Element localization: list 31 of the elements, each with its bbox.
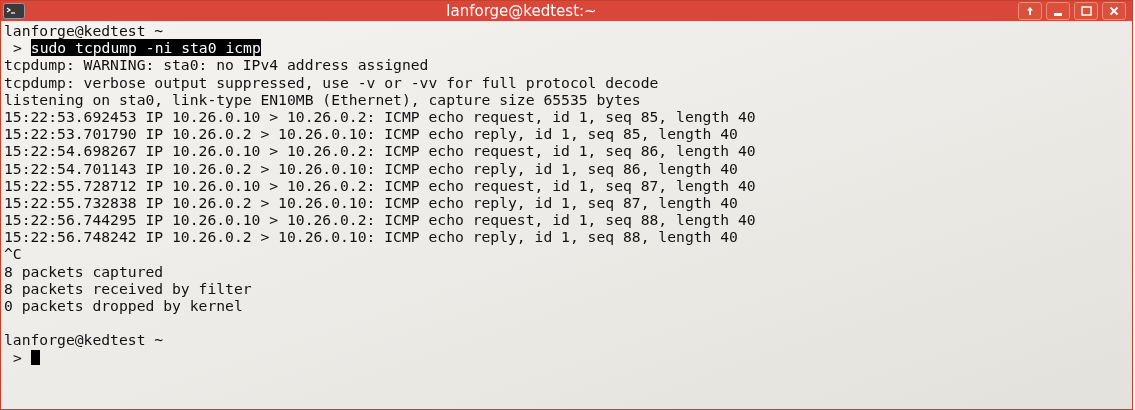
terminal-line: tcpdump: verbose output suppressed, use -v or -vv for full protocol decode	[4, 73, 659, 91]
terminal-line: 0 packets dropped by kernel	[4, 297, 243, 315]
terminal-icon	[3, 3, 25, 19]
maximize-button[interactable]	[1074, 2, 1098, 20]
minimize-button[interactable]	[1046, 2, 1070, 20]
selected-command: sudo tcpdump -ni sta0 icmp	[30, 39, 261, 57]
terminal-line: lanforge@kedtest ~	[4, 331, 164, 349]
text-cursor	[30, 349, 40, 365]
terminal-line: tcpdump: WARNING: sta0: no IPv4 address assigned	[4, 56, 429, 74]
terminal-line: 15:22:54.701143 IP 10.26.0.2 > 10.26.0.10: ICMP echo reply, id 1, seq 86, length 40	[4, 159, 738, 177]
terminal-line: 15:22:53.692453 IP 10.26.0.10 > 10.26.0.2: ICMP echo request, id 1, seq 85, length 40	[4, 107, 756, 126]
maximize-icon	[1080, 6, 1092, 16]
terminal-line: lanforge@kedtest ~	[4, 22, 164, 40]
keep-on-top-button[interactable]	[1018, 2, 1042, 20]
terminal-line: 15:22:54.698267 IP 10.26.0.10 > 10.26.0.2: ICMP echo request, id 1, seq 86, length 40	[4, 142, 756, 160]
terminal-line: ^C	[4, 245, 22, 263]
terminal-line: 15:22:56.744295 IP 10.26.0.10 > 10.26.0.2: ICMP echo request, id 1, seq 88, length 40	[4, 211, 756, 229]
terminal-line: listening on sta0, link-type EN10MB (Ethernet), capture size 65535 bytes	[4, 90, 641, 108]
prompt-symbol: >	[13, 39, 22, 57]
prompt-symbol: >	[13, 348, 22, 366]
up-arrow-icon	[1026, 6, 1034, 16]
terminal-line: 15:22:56.748242 IP 10.26.0.2 > 10.26.0.10: ICMP echo reply, id 1, seq 88, length 40	[4, 228, 738, 246]
window-title: lanforge@kedtest:~	[446, 0, 597, 22]
close-button[interactable]	[1102, 2, 1126, 20]
minimize-icon	[1054, 12, 1062, 16]
terminal-line: 15:22:55.732838 IP 10.26.0.2 > 10.26.0.10: ICMP echo reply, id 1, seq 87, length 40	[4, 193, 738, 212]
close-icon	[1109, 6, 1119, 16]
terminal-line: 15:22:53.701790 IP 10.26.0.2 > 10.26.0.10: ICMP echo reply, id 1, seq 85, length 40	[4, 125, 738, 143]
terminal-line: 8 packets captured	[4, 262, 164, 280]
terminal-line: 15:22:55.728712 IP 10.26.0.10 > 10.26.0.2: ICMP echo request, id 1, seq 87, length 40	[4, 176, 756, 194]
terminal-line: 8 packets received by filter	[4, 279, 252, 297]
